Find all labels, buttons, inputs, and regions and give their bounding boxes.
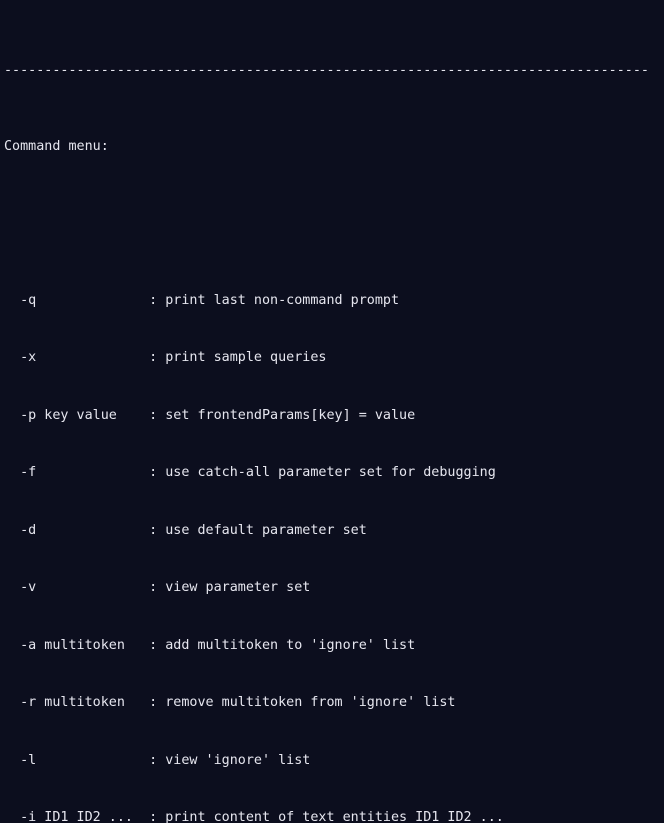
command-item-q: -q : print last non-command prompt <box>4 292 400 308</box>
command-item-a: -a multitoken : add multitoken to 'ignor… <box>4 637 416 653</box>
terminal-output[interactable]: ----------------------------------------… <box>0 0 664 823</box>
separator-top: ----------------------------------------… <box>4 62 649 78</box>
command-item-v: -v : view parameter set <box>4 580 311 596</box>
command-item-l: -l : view 'ignore' list <box>4 752 311 768</box>
command-item-f: -f : use catch-all parameter set for deb… <box>4 465 496 481</box>
command-item-p: -p key value : set frontendParams[key] =… <box>4 407 416 423</box>
command-item-r: -r multitoken : remove multitoken from '… <box>4 695 456 711</box>
command-item-i: -i ID1 ID2 ... : print content of text e… <box>4 810 504 823</box>
command-item-x: -x : print sample queries <box>4 350 327 366</box>
command-item-d: -d : use default parameter set <box>4 522 367 538</box>
command-menu-heading: Command menu: <box>4 139 109 155</box>
